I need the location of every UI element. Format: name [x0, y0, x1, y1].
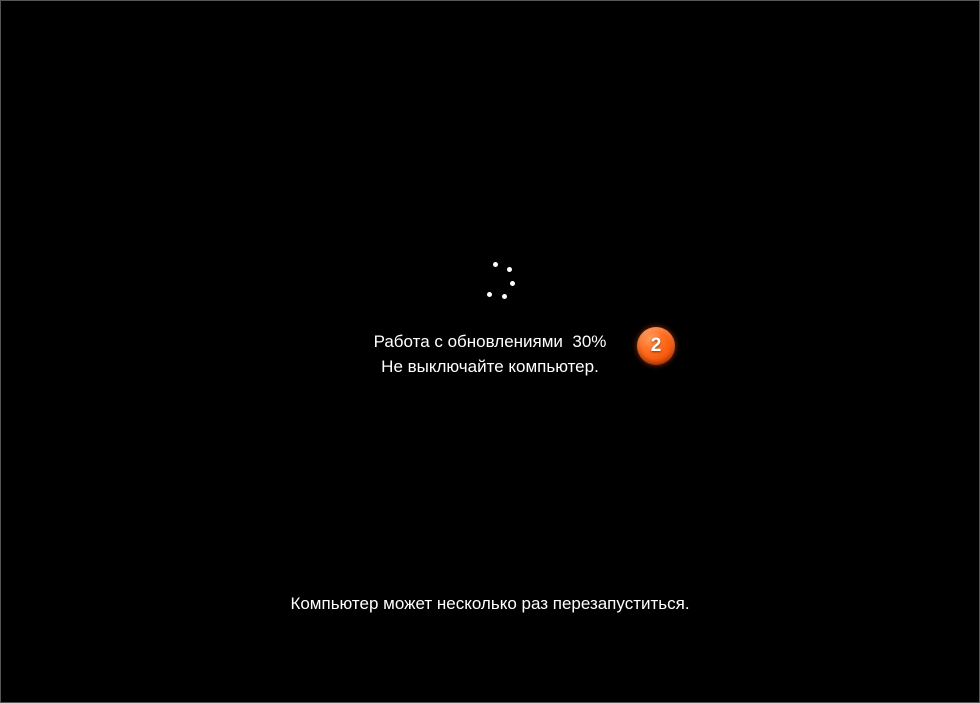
annotation-badge-number: 2	[651, 335, 662, 357]
spinner-dot	[493, 262, 498, 267]
update-screen: Работа с обновлениями 30% Не выключайте …	[0, 0, 980, 703]
update-status-prefix: Работа с обновлениями	[374, 332, 563, 351]
update-status-block: Работа с обновлениями 30% Не выключайте …	[1, 330, 979, 379]
update-percent: 30%	[572, 332, 606, 351]
annotation-badge: 2	[637, 327, 675, 365]
update-status-line: Работа с обновлениями 30%	[1, 330, 979, 355]
restart-notice: Компьютер может несколько раз перезапуст…	[1, 594, 979, 614]
spinner-dot	[487, 292, 492, 297]
loading-spinner-icon	[478, 259, 528, 309]
spinner-dot	[510, 281, 515, 286]
spinner-dot	[507, 267, 512, 272]
update-warning-line: Не выключайте компьютер.	[1, 355, 979, 380]
spinner-dot	[502, 294, 507, 299]
